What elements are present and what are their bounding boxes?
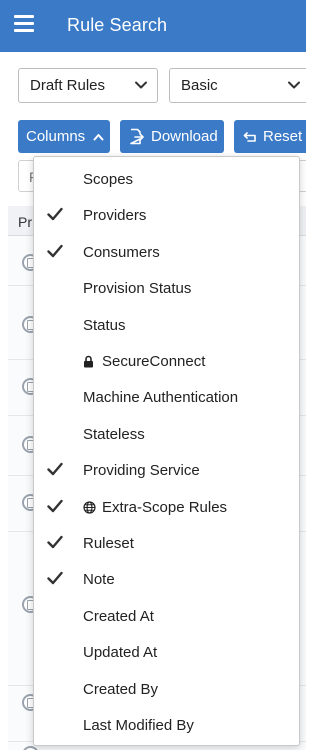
- column-option-label: Created At: [83, 607, 154, 625]
- column-option-last-modified-by[interactable]: Last Modified By: [34, 707, 299, 743]
- column-option-label: Updated At: [83, 644, 158, 662]
- page-title: Rule Search: [67, 15, 168, 35]
- column-option-updated-at[interactable]: Updated At: [34, 634, 299, 670]
- rule-type-select[interactable]: Draft Rules: [18, 68, 158, 103]
- columns-dropdown-menu: Scopes Providers Consumers Provision Status…: [33, 156, 300, 746]
- column-option-content: Scopes: [83, 171, 133, 188]
- download-button[interactable]: Download: [120, 120, 224, 153]
- column-option-content: Updated At: [83, 644, 157, 661]
- column-option-label: Providers: [83, 207, 147, 225]
- checkmark-icon: [47, 207, 63, 221]
- column-option-provision-status[interactable]: Provision Status: [34, 270, 299, 306]
- globe-icon: [83, 500, 96, 514]
- reset-button-label: Reset: [263, 128, 303, 145]
- download-icon: [129, 128, 144, 145]
- column-option-status[interactable]: Status: [34, 307, 299, 343]
- column-option-content: Created By: [83, 681, 158, 698]
- chevron-up-icon: [93, 133, 104, 141]
- rule-type-value: Draft Rules: [30, 77, 106, 94]
- column-option-content: SecureConnect: [83, 353, 205, 370]
- lock-icon: [83, 355, 96, 368]
- column-option-label: Providing Service: [83, 462, 200, 480]
- column-option-content: Provision Status: [83, 280, 191, 297]
- column-option-content: Status: [83, 317, 126, 334]
- checkmark-icon: [47, 462, 63, 476]
- column-option-content: Created At: [83, 608, 154, 625]
- column-option-extra-scope-rules[interactable]: Extra-Scope Rules: [34, 489, 299, 525]
- checkmark-icon: [47, 571, 63, 585]
- column-option-note[interactable]: Note: [34, 561, 299, 597]
- column-option-providers[interactable]: Providers: [34, 197, 299, 233]
- column-option-label: SecureConnect: [102, 353, 206, 370]
- chevron-down-icon: [134, 78, 148, 92]
- column-option-label: Machine Authentication: [83, 389, 239, 407]
- column-option-consumers[interactable]: Consumers: [34, 234, 299, 270]
- mode-select[interactable]: Basic: [169, 68, 306, 103]
- column-option-label: Note: [83, 571, 115, 589]
- column-option-label: Scopes: [83, 171, 134, 188]
- column-option-content: Ruleset: [83, 535, 134, 552]
- chevron-down-icon: [287, 78, 301, 92]
- column-option-label: Status: [83, 316, 126, 334]
- undo-icon: [243, 131, 257, 143]
- column-option-created-at[interactable]: Created At: [34, 598, 299, 634]
- column-option-label: Last Modified By: [83, 717, 194, 734]
- download-button-label: Download: [151, 128, 218, 145]
- column-option-label: Ruleset: [83, 535, 134, 552]
- column-option-ruleset[interactable]: Ruleset: [34, 525, 299, 561]
- column-option-content: Note: [83, 571, 115, 588]
- column-option-label: Created By: [83, 680, 159, 698]
- column-option-content: Machine Authentication: [83, 389, 238, 406]
- rule-search-app: Rule Search Draft Rules Basic Columns Do…: [0, 0, 306, 750]
- checkmark-icon: [47, 499, 63, 513]
- column-option-label: Stateless: [83, 425, 145, 443]
- columns-button[interactable]: Columns: [18, 120, 110, 153]
- column-option-stateless[interactable]: Stateless: [34, 416, 299, 452]
- column-option-scopes[interactable]: Scopes: [34, 161, 299, 197]
- column-option-content: Providers: [83, 207, 146, 224]
- column-option-machine-authentication[interactable]: Machine Authentication: [34, 379, 299, 415]
- column-option-label: Provision Status: [83, 280, 192, 298]
- column-option-secureconnect[interactable]: SecureConnect: [34, 343, 299, 379]
- column-option-content: Last Modified By: [83, 717, 194, 734]
- checkmark-icon: [47, 535, 63, 549]
- table-header-label: Pr: [18, 214, 32, 230]
- column-option-label: Extra-Scope Rules: [102, 498, 228, 516]
- checkmark-icon: [47, 244, 63, 258]
- column-option-content: Consumers: [83, 244, 160, 261]
- column-option-label: Consumers: [83, 243, 160, 261]
- rule-type-icon: [22, 746, 39, 750]
- hamburger-icon[interactable]: [14, 15, 34, 33]
- column-option-providing-service[interactable]: Providing Service: [34, 452, 299, 488]
- columns-button-label: Columns: [26, 128, 86, 145]
- column-option-created-by[interactable]: Created By: [34, 671, 299, 707]
- column-option-content: Providing Service: [83, 462, 200, 479]
- app-header: Rule Search: [0, 0, 306, 52]
- reset-button[interactable]: Reset: [234, 120, 306, 153]
- mode-value: Basic: [181, 77, 218, 94]
- column-option-content: Stateless: [83, 426, 145, 443]
- column-option-content: Extra-Scope Rules: [83, 499, 227, 516]
